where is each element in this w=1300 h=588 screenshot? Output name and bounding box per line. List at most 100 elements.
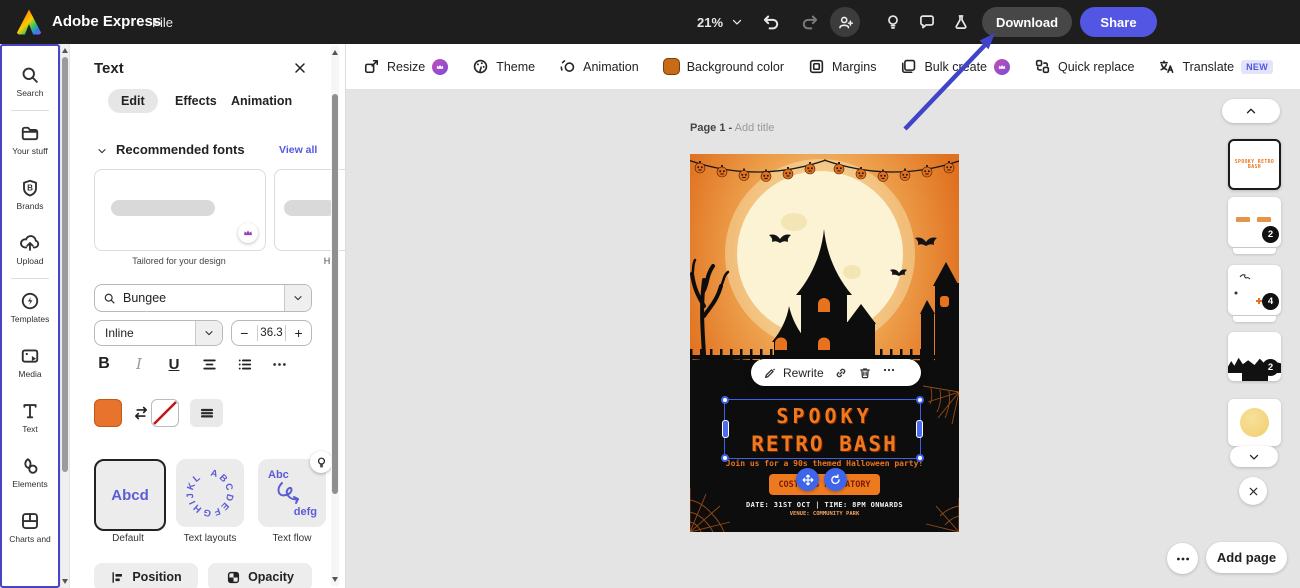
comments-icon[interactable] — [918, 13, 936, 31]
sidebar-divider — [11, 110, 49, 111]
close-pages-panel-button[interactable] — [1239, 477, 1267, 505]
style-card-text-layouts[interactable]: ABCDEFGHIJKL — [176, 459, 244, 527]
swap-colors-icon[interactable] — [132, 404, 150, 422]
flow-arrow-icon — [277, 482, 299, 504]
sidebar-item-text[interactable]: Text — [2, 390, 58, 445]
pages-scroll-down-button[interactable] — [1230, 446, 1278, 467]
sidebar-item-charts[interactable]: Charts and — [2, 500, 58, 555]
add-page-button[interactable]: Add page — [1206, 542, 1287, 573]
selection-handle-bottom-right[interactable] — [916, 454, 924, 462]
translate-button[interactable]: Translate NEW — [1158, 58, 1273, 75]
zoom-chevron-down-icon[interactable] — [730, 15, 744, 29]
view-all-link[interactable]: View all — [279, 144, 317, 156]
rewrite-button[interactable]: Rewrite — [763, 366, 824, 380]
font-style-dropdown[interactable]: Inline — [94, 320, 223, 346]
sidebar-item-your-stuff[interactable]: Your stuff — [2, 112, 58, 167]
move-handle[interactable] — [796, 468, 819, 491]
sidebar-item-search[interactable]: Search — [2, 54, 58, 109]
opacity-icon — [227, 571, 240, 583]
more-options-icon[interactable] — [882, 363, 896, 382]
more-options-icon — [1176, 557, 1189, 560]
resize-button[interactable]: Resize — [363, 58, 449, 75]
redo-icon[interactable] — [800, 12, 819, 31]
selection-handle-left[interactable] — [722, 420, 729, 438]
panel-close-icon[interactable] — [292, 60, 308, 76]
sidebar-item-elements[interactable]: Elements — [2, 445, 58, 500]
chevron-down-icon[interactable] — [195, 321, 222, 345]
font-name-combobox[interactable]: Bungee — [94, 284, 312, 312]
bulk-create-button[interactable]: Bulk create — [900, 58, 1010, 75]
selection-handle-right[interactable] — [916, 420, 923, 438]
position-icon — [112, 571, 123, 583]
sidebar-item-media[interactable]: Media — [2, 335, 58, 390]
app-title: Adobe Express — [52, 13, 162, 30]
theme-button[interactable]: Theme — [472, 58, 535, 75]
more-options-icon[interactable] — [265, 352, 293, 376]
sidebar-scrollbar-thumb[interactable] — [62, 57, 68, 472]
poster-date-line[interactable]: DATE: 31ST OCT | TIME: 8PM ONWARDS — [690, 501, 959, 509]
style-card-label: Default — [112, 533, 144, 544]
text-selection-box[interactable] — [721, 396, 924, 462]
no-color-swatch[interactable] — [151, 399, 179, 427]
background-color-swatch — [662, 58, 680, 75]
opacity-button[interactable]: Opacity — [208, 563, 312, 588]
delete-trash-icon[interactable] — [858, 366, 872, 380]
zoom-level[interactable]: 21% — [697, 15, 723, 30]
size-increase-button[interactable]: + — [285, 325, 311, 341]
tab-animation[interactable]: Animation — [218, 89, 305, 113]
poster-venue-line[interactable]: VENUE: COMMUNITY PARK — [690, 511, 959, 517]
scroll-up-arrow[interactable] — [332, 50, 338, 55]
undo-icon[interactable] — [762, 12, 781, 31]
chevron-down-icon[interactable] — [284, 285, 311, 311]
sidebar-item-upload[interactable]: Upload — [2, 222, 58, 277]
align-center-icon[interactable] — [195, 352, 223, 376]
sidebar-item-templates[interactable]: Templates — [2, 280, 58, 335]
font-card-1[interactable] — [94, 169, 266, 251]
page-title-placeholder[interactable]: Add title — [735, 122, 775, 134]
scroll-down-arrow[interactable] — [332, 577, 338, 582]
stroke-lines-button[interactable] — [190, 399, 223, 427]
tab-edit[interactable]: Edit — [108, 89, 158, 113]
top-bar: Adobe Express File 21% Download Share — [0, 0, 1300, 44]
rotate-handle[interactable] — [824, 468, 847, 491]
panel-scrollbar[interactable] — [331, 46, 339, 586]
font-card-caption: Tailored for your design — [132, 256, 226, 266]
scroll-down-arrow[interactable] — [62, 579, 68, 584]
page-thumbnail-5[interactable] — [1228, 399, 1281, 446]
font-preview-skeleton — [111, 200, 215, 216]
selection-handle-bottom-left[interactable] — [721, 454, 729, 462]
size-decrease-button[interactable]: − — [232, 325, 258, 341]
list-icon[interactable] — [230, 352, 258, 376]
underline-button[interactable]: U — [160, 352, 188, 376]
style-card-label: Text layouts — [183, 533, 237, 544]
background-color-button[interactable]: Background color — [662, 58, 784, 75]
file-menu[interactable]: File — [152, 15, 173, 30]
animation-button[interactable]: Animation — [559, 58, 639, 75]
style-card-default[interactable]: Abcd — [94, 459, 166, 531]
section-chevron-down-icon[interactable] — [96, 145, 108, 157]
text-color-swatch[interactable] — [94, 399, 122, 427]
selection-handle-top-right[interactable] — [916, 396, 924, 404]
margins-button[interactable]: Margins — [808, 58, 876, 75]
scroll-up-arrow[interactable] — [62, 48, 68, 53]
share-button[interactable]: Share — [1080, 7, 1157, 37]
link-icon[interactable] — [834, 366, 848, 380]
sidebar-item-brands[interactable]: B Brands — [2, 167, 58, 222]
font-size-value[interactable]: 36.3 — [258, 327, 286, 339]
sidebar-scrollbar[interactable] — [61, 44, 69, 588]
more-pages-options-button[interactable] — [1167, 543, 1198, 574]
bold-button[interactable]: B — [90, 352, 118, 376]
suggestions-lightbulb-icon[interactable] — [884, 13, 902, 31]
selection-handle-top-left[interactable] — [721, 396, 729, 404]
page-thumbnail-1[interactable]: SPOOKY RETRO BASH — [1228, 139, 1281, 190]
download-button[interactable]: Download — [982, 7, 1072, 37]
position-button[interactable]: Position — [94, 563, 198, 588]
add-collaborator-icon[interactable] — [830, 7, 860, 37]
quick-replace-button[interactable]: Quick replace — [1034, 58, 1134, 75]
beta-flask-icon[interactable] — [952, 13, 970, 31]
panel-scrollbar-thumb[interactable] — [332, 94, 338, 494]
page-count-badge: 2 — [1262, 359, 1279, 376]
italic-button[interactable]: I — [125, 352, 153, 376]
pages-scroll-up-button[interactable] — [1222, 99, 1280, 123]
style-card-text-flow[interactable]: Abc defg — [258, 451, 332, 527]
